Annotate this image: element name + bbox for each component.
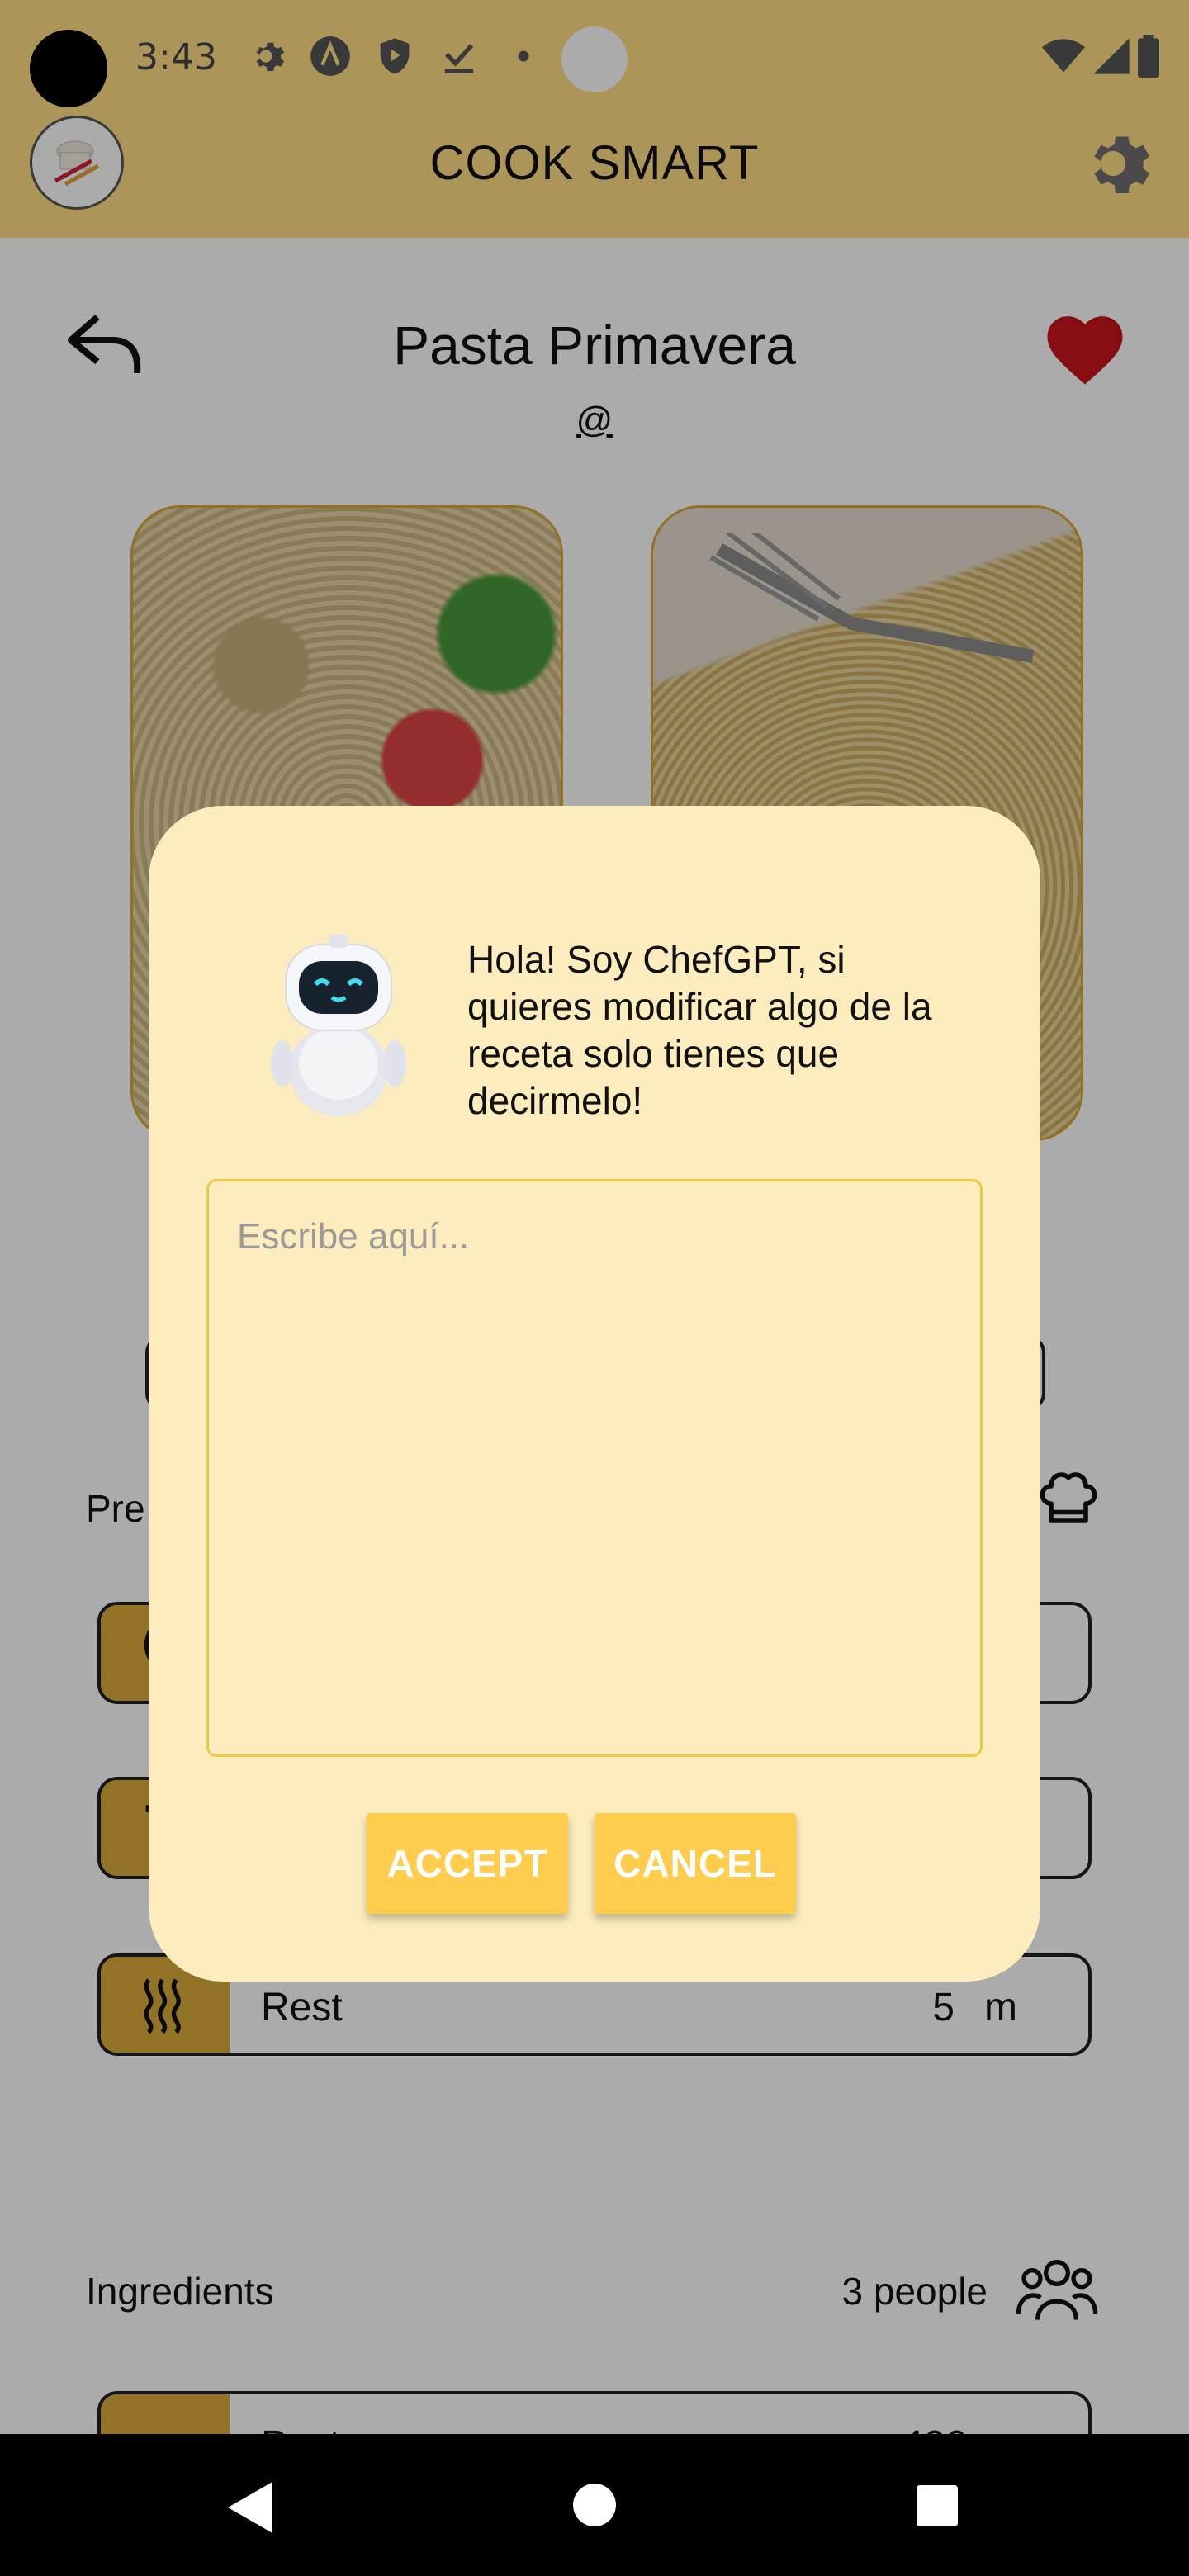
nav-recents-icon[interactable]: [917, 2485, 958, 2526]
chefgpt-dialog: Hola! Soy ChefGPT, si quieres modificar …: [149, 806, 1040, 1982]
system-nav-bar: [0, 2434, 1189, 2576]
robot-icon: [271, 935, 406, 1116]
nav-back-icon[interactable]: [225, 2480, 274, 2535]
accept-button[interactable]: ACCEPT: [367, 1813, 568, 1914]
modification-input[interactable]: Escribe aquí...: [206, 1179, 983, 1757]
input-placeholder: Escribe aquí...: [237, 1216, 470, 1257]
cancel-button[interactable]: CANCEL: [594, 1813, 796, 1914]
chefgpt-message: Hola! Soy ChefGPT, si quieres modificar …: [467, 938, 932, 1122]
nav-home-icon[interactable]: [573, 2484, 616, 2526]
